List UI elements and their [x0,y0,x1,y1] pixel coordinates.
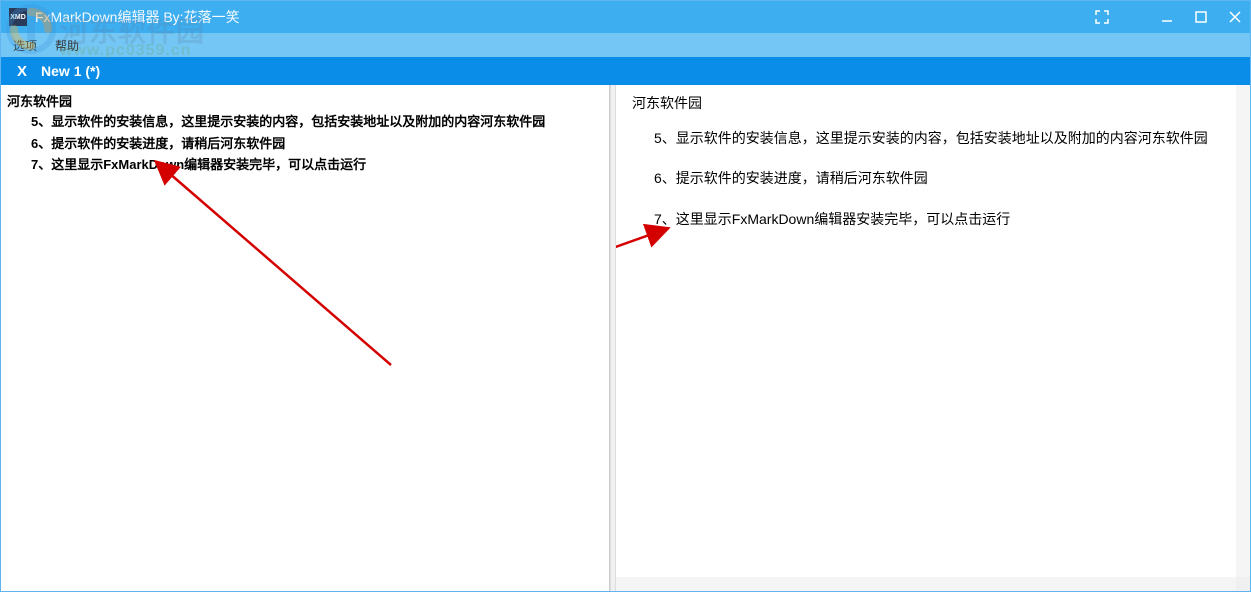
editor-line-6: 6、提示软件的安装进度，请稍后河东软件园 [7,133,609,155]
scrollbar-horizontal[interactable] [616,577,1236,591]
preview-item-6: 6、提示软件的安装进度，请稍后河东软件园 [632,167,1234,189]
preview-item-5: 5、显示软件的安装信息，这里提示安装的内容，包括安装地址以及附加的内容河东软件园 [632,127,1234,149]
fullscreen-icon[interactable] [1094,1,1110,33]
tab-label[interactable]: New 1 (*) [41,63,100,79]
menubar: 选项 帮助 [1,33,1250,57]
scrollbar-vertical[interactable] [1236,85,1250,591]
titlebar: XMD FxMarkDown编辑器 By:花落一笑 [1,1,1250,33]
editor-pane[interactable]: 河东软件园 5、显示软件的安装信息，这里提示安装的内容，包括安装地址以及附加的内… [1,85,610,591]
editor-line-5: 5、显示软件的安装信息，这里提示安装的内容，包括安装地址以及附加的内容河东软件园 [7,111,609,133]
editor-line-7: 7、这里显示FxMarkDown编辑器安装完毕，可以点击运行 [7,154,609,176]
window-title: FxMarkDown编辑器 By:花落一笑 [35,7,240,27]
preview-pane: 河东软件园 5、显示软件的安装信息，这里提示安装的内容，包括安装地址以及附加的内… [616,85,1250,591]
menu-options[interactable]: 选项 [13,37,37,54]
minimize-button[interactable] [1158,8,1176,26]
tab-close-button[interactable]: X [17,63,27,80]
app-icon: XMD [9,8,27,26]
annotation-arrow-left [151,155,411,385]
menu-help[interactable]: 帮助 [55,37,79,54]
close-button[interactable] [1226,8,1244,26]
preview-heading: 河东软件园 [632,93,1234,113]
scrollbar-corner [1236,577,1250,591]
content-area: 河东软件园 5、显示软件的安装信息，这里提示安装的内容，包括安装地址以及附加的内… [1,85,1250,591]
editor-heading: 河东软件园 [7,91,609,110]
preview-item-7: 7、这里显示FxMarkDown编辑器安装完毕，可以点击运行 [632,208,1234,230]
maximize-button[interactable] [1192,8,1210,26]
tabbar: X New 1 (*) [1,57,1250,85]
